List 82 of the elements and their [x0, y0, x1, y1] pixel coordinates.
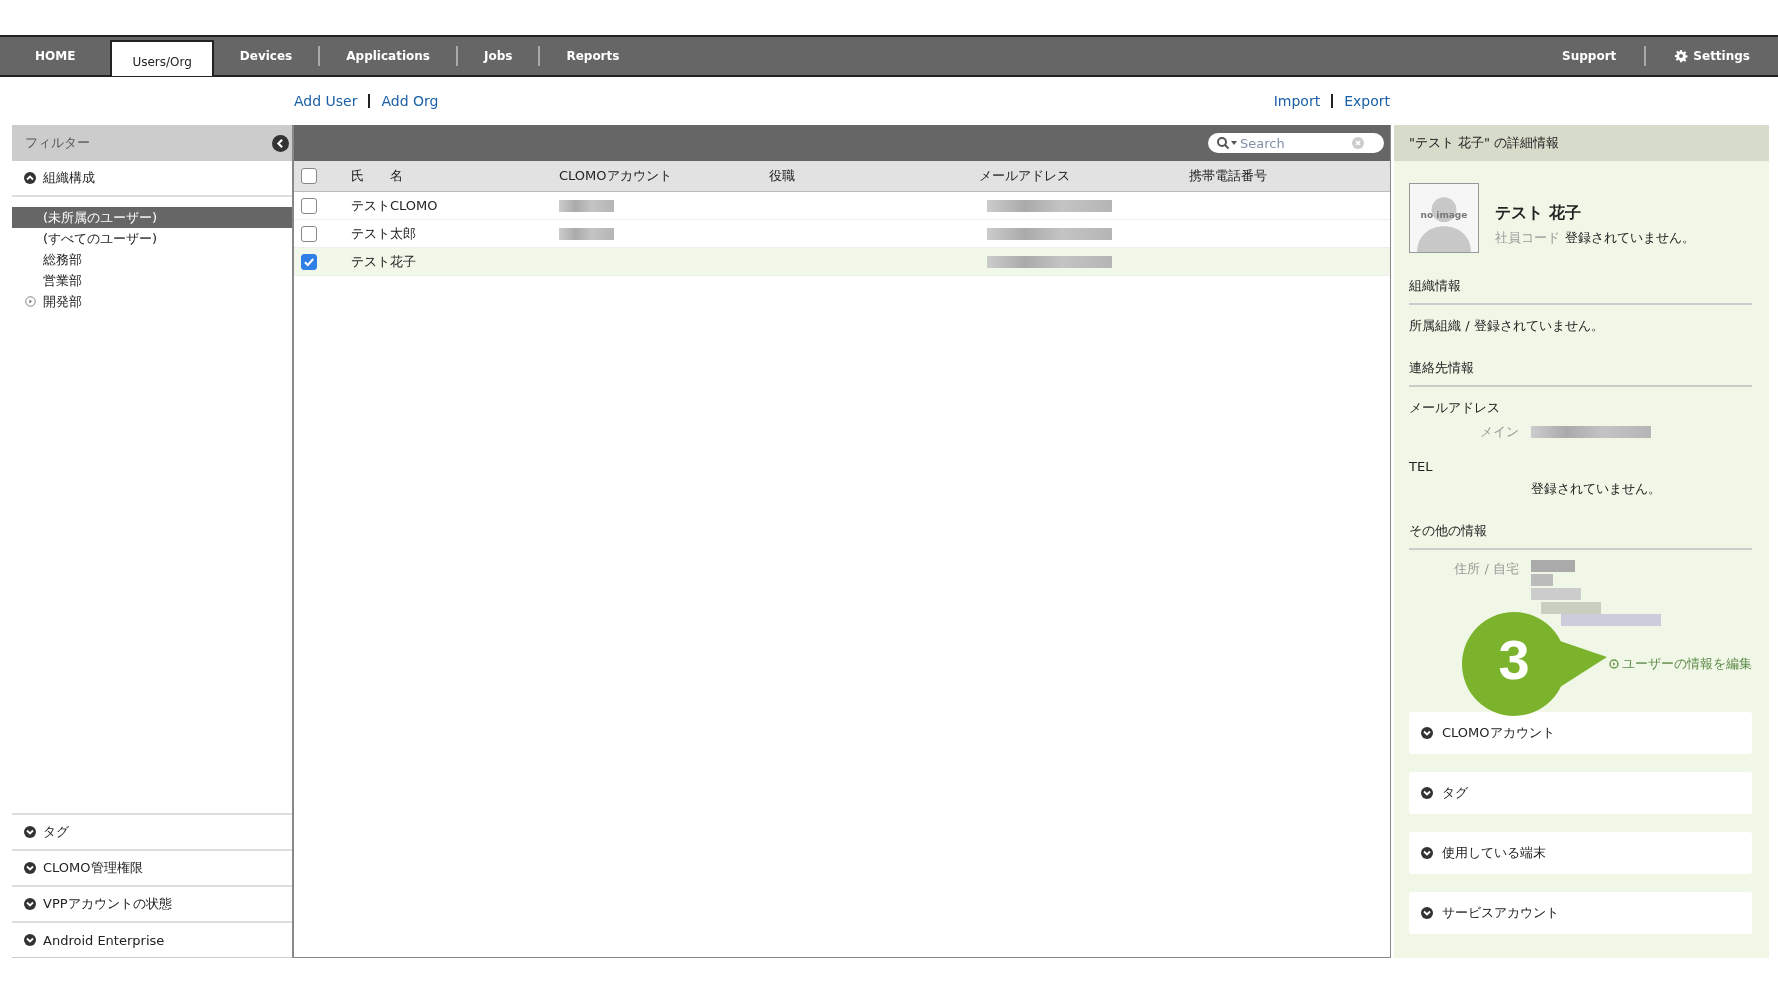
- collapsible-section[interactable]: CLOMOアカウント: [1409, 712, 1752, 754]
- name-cell-text: テストCLOMO: [351, 196, 439, 215]
- settings-icon: [1674, 49, 1689, 63]
- row-checkbox[interactable]: [301, 197, 317, 214]
- filter-title: フィルター: [25, 134, 90, 152]
- column-header[interactable]: 役職: [769, 161, 979, 191]
- group-label: Android Enterprise: [43, 932, 165, 948]
- section-label: サービスアカウント: [1442, 904, 1559, 922]
- nav-link[interactable]: Settings: [1646, 37, 1778, 75]
- org-item[interactable]: (未所属のユーザー): [12, 207, 292, 228]
- field-label: メイン: [1479, 423, 1520, 441]
- nav-tab[interactable]: HOME: [0, 37, 111, 75]
- column-header[interactable]: メールアドレス: [979, 161, 1189, 191]
- section-label: 組織構成: [43, 169, 95, 187]
- field-value: 所属組織 / 登録されていません。: [1409, 317, 1605, 335]
- row-checkbox[interactable]: [301, 225, 317, 242]
- nav-tab[interactable]: Reports: [540, 37, 646, 75]
- org-item[interactable]: 営業部: [12, 270, 292, 291]
- action-link[interactable]: Import: [1273, 93, 1321, 109]
- filter-group[interactable]: タグ: [12, 813, 292, 849]
- nav-tab[interactable]: Devices: [213, 37, 319, 75]
- search-input[interactable]: Search: [1240, 135, 1350, 151]
- table-row[interactable]: テストCLOMO: [294, 192, 1390, 220]
- expand-icon[interactable]: [25, 296, 36, 307]
- org-item[interactable]: (すべてのユーザー): [12, 228, 292, 249]
- field-label: メールアドレス: [1409, 399, 1501, 417]
- name-cell-text: テスト花子: [351, 252, 417, 271]
- field-label: 住所 / 自宅: [1453, 560, 1520, 578]
- filter-group[interactable]: VPPアカウントの状態: [12, 885, 292, 921]
- field-label: TEL: [1409, 459, 1434, 474]
- column-header[interactable]: 携帯電話番号: [1189, 161, 1389, 191]
- play-icon: [1609, 659, 1619, 669]
- collapsible-section[interactable]: サービスアカウント: [1409, 892, 1752, 934]
- group-label: CLOMO管理権限: [43, 859, 143, 877]
- chevron-icon: [24, 172, 36, 184]
- nav-tab[interactable]: Applications: [320, 37, 456, 75]
- org-item[interactable]: 総務部: [12, 249, 292, 270]
- name-cell-text: テスト太郎: [351, 224, 417, 243]
- section-heading: その他の情報: [1409, 522, 1752, 550]
- detail-title: "テスト 花子" の詳細情報: [1409, 134, 1560, 152]
- group-label: VPPアカウントの状態: [43, 895, 172, 913]
- nav-link[interactable]: Support: [1534, 37, 1645, 75]
- chevron-icon: [24, 898, 36, 910]
- edit-link[interactable]: ユーザーの情報を編集: [1609, 655, 1752, 673]
- filter-group[interactable]: CLOMO管理権限: [12, 849, 292, 885]
- nav-tab[interactable]: Jobs: [457, 37, 539, 75]
- avatar-label: no image: [1419, 210, 1469, 220]
- select-all-checkbox[interactable]: [301, 168, 317, 184]
- group-label: タグ: [43, 823, 69, 841]
- chevron-icon: [1421, 907, 1433, 919]
- search-icon: [1216, 136, 1238, 150]
- action-link[interactable]: Add User: [294, 93, 358, 109]
- collapsible-section[interactable]: タグ: [1409, 772, 1752, 814]
- chevron-icon: [1421, 727, 1433, 739]
- column-header[interactable]: 氏 名: [351, 161, 559, 191]
- section-label: CLOMOアカウント: [1442, 724, 1555, 742]
- field-label: 社員コード: [1495, 229, 1560, 247]
- org-item[interactable]: 開発部: [12, 291, 292, 312]
- chevron-icon: [1421, 847, 1433, 859]
- action-link[interactable]: Export: [1344, 93, 1390, 109]
- collapse-icon[interactable]: [272, 134, 289, 152]
- filter-section[interactable]: 組織構成: [12, 161, 292, 197]
- filter-group[interactable]: Android Enterprise: [12, 921, 292, 957]
- section-heading: 連絡先情報: [1409, 359, 1752, 387]
- nav-tab[interactable]: Users/Org: [110, 40, 214, 76]
- section-heading: 組織情報: [1409, 277, 1752, 305]
- field-value: 登録されていません。: [1531, 480, 1661, 498]
- search-field[interactable]: Search: [1208, 133, 1384, 153]
- column-header[interactable]: CLOMOアカウント: [559, 161, 769, 191]
- chevron-icon: [24, 826, 36, 838]
- table-row[interactable]: テスト花子: [294, 248, 1390, 276]
- step-callout: 3: [1459, 609, 1609, 719]
- section-label: タグ: [1442, 784, 1468, 802]
- action-link[interactable]: Add Org: [381, 93, 439, 109]
- section-label: 使用している端末: [1442, 844, 1546, 862]
- row-checkbox[interactable]: [301, 253, 317, 270]
- chevron-icon: [24, 934, 36, 946]
- chevron-icon: [24, 862, 36, 874]
- field-value: 登録されていません。: [1565, 229, 1695, 247]
- chevron-icon: [1421, 787, 1433, 799]
- collapsible-section[interactable]: 使用している端末: [1409, 832, 1752, 874]
- user-name: テスト 花子: [1495, 203, 1582, 224]
